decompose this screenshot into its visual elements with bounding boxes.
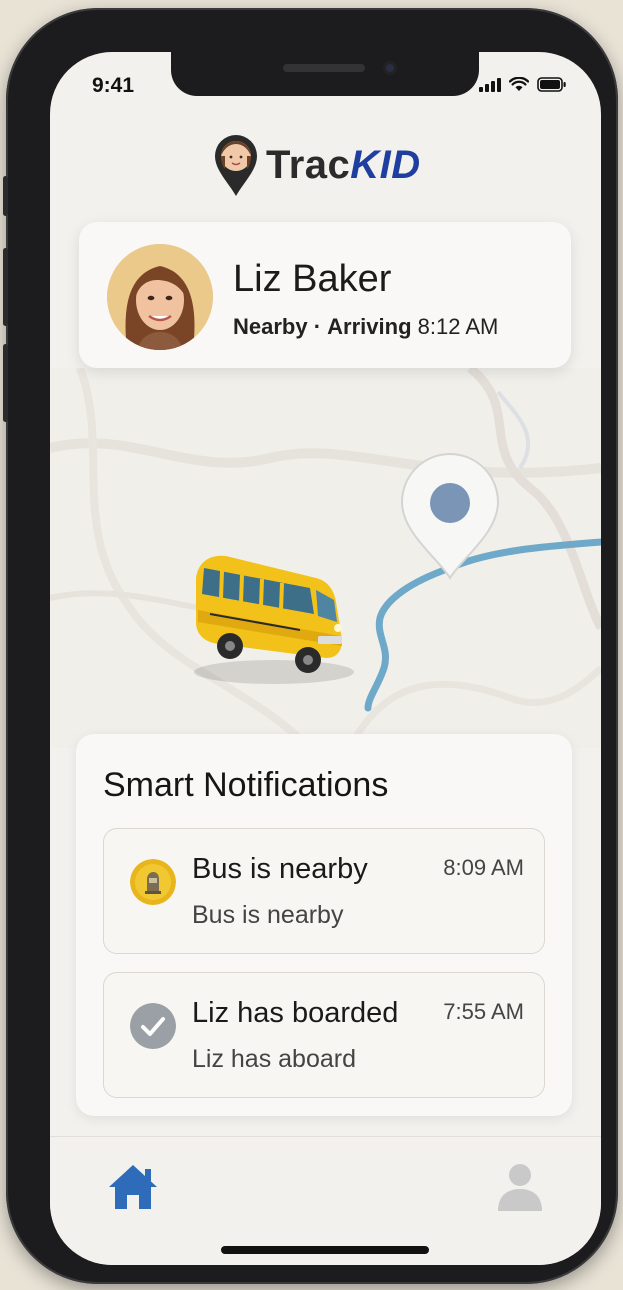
bus-alert-icon — [130, 859, 176, 905]
mute-switch — [3, 176, 8, 216]
notification-time: 8:09 AM — [443, 855, 524, 880]
home-indicator[interactable] — [221, 1246, 429, 1254]
logo-text-kid: KID — [350, 142, 421, 187]
child-name: Liz Baker — [233, 258, 392, 300]
signal-icon — [479, 77, 501, 92]
notification-time: 7:55 AM — [443, 999, 524, 1024]
status-icons — [479, 77, 567, 92]
notification-title: Liz has boarded — [192, 997, 399, 1029]
status-text: Nearby — [233, 314, 308, 339]
child-avatar — [107, 244, 213, 350]
volume-down-button — [3, 344, 8, 422]
notification-title: Bus is nearby — [192, 853, 368, 885]
arrival-time: 8:12 AM — [417, 314, 499, 339]
front-camera — [383, 61, 397, 75]
phone-frame: 9:41 TracKID Liz Baker Nearby · Arriving… — [3, 8, 618, 1284]
app-logo: TracKID — [212, 132, 421, 198]
child-status-line: Nearby · Arriving 8:12 AM — [233, 314, 498, 340]
section-title: Smart Notifications — [103, 766, 389, 804]
check-circle-icon — [130, 1003, 176, 1049]
arrival-label: Arriving — [327, 314, 412, 339]
notch — [171, 52, 479, 96]
wifi-icon — [509, 77, 529, 91]
smart-notifications-panel: Smart Notifications Bus is nearby 8:09 A… — [76, 734, 572, 1116]
status-time: 9:41 — [92, 74, 135, 97]
logo-text-trac: Trac — [266, 142, 351, 187]
profile-icon[interactable] — [494, 1159, 546, 1215]
volume-up-button — [3, 248, 8, 326]
location-pin-avatar-icon — [215, 135, 257, 196]
screen: 9:41 TracKID Liz Baker Nearby · Arriving… — [50, 52, 601, 1265]
child-status-card[interactable]: Liz Baker Nearby · Arriving 8:12 AM — [79, 222, 571, 368]
battery-icon — [537, 77, 566, 92]
notification-body: Liz has aboard — [192, 1045, 357, 1073]
speaker — [283, 64, 365, 72]
notification-item[interactable]: Liz has boarded 7:55 AM Liz has aboard — [103, 972, 545, 1098]
status-separator: · — [313, 314, 322, 339]
map-view[interactable] — [50, 368, 601, 748]
home-icon[interactable] — [105, 1159, 161, 1215]
notification-body: Bus is nearby — [192, 901, 344, 929]
notification-item[interactable]: Bus is nearby 8:09 AM Bus is nearby — [103, 828, 545, 954]
